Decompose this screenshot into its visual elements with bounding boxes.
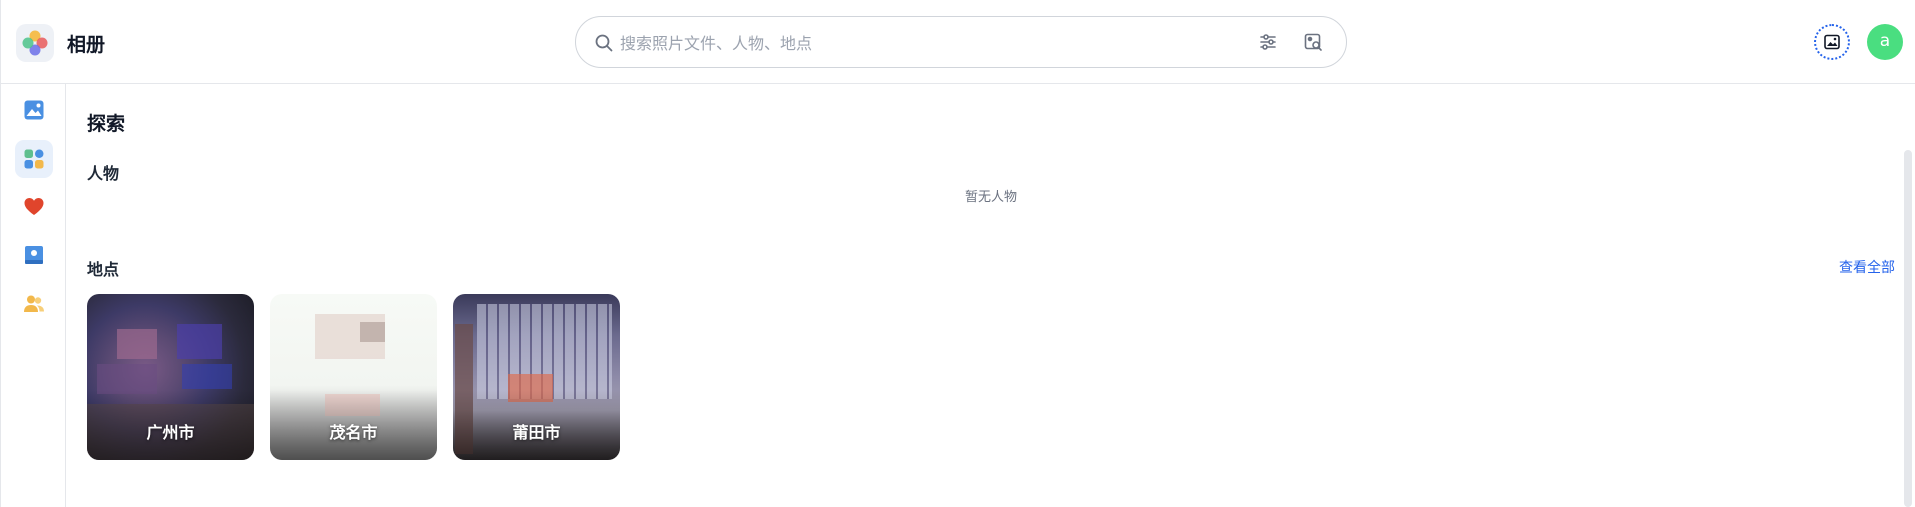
- sidebar-item-explore[interactable]: [15, 140, 53, 178]
- sidebar-item-favorites[interactable]: [15, 188, 53, 226]
- search-icon: [594, 33, 614, 57]
- people-section-title: 人物: [87, 164, 120, 183]
- search-bar[interactable]: [575, 16, 1347, 68]
- explore-icon: [24, 149, 44, 169]
- place-name: 广州市: [146, 423, 195, 442]
- place-name: 茂名市: [329, 423, 378, 442]
- image-upload-icon: [1824, 34, 1840, 50]
- heart-icon: [24, 198, 44, 215]
- place-card[interactable]: 茂名市: [270, 294, 437, 460]
- sidebar: [1, 84, 66, 507]
- place-name: 莆田市: [512, 423, 561, 442]
- vertical-scrollbar[interactable]: [1904, 150, 1912, 507]
- sliders-icon[interactable]: [1258, 32, 1278, 56]
- place-card[interactable]: 莆田市: [453, 294, 620, 460]
- app-title: 相册: [67, 34, 106, 56]
- places-section-title: 地点: [87, 260, 120, 279]
- image-upload-button[interactable]: [1814, 24, 1850, 60]
- people-empty-text: 暂无人物: [964, 190, 1017, 205]
- sidebar-item-albums[interactable]: [15, 236, 53, 274]
- photos-logo-icon: [16, 24, 54, 62]
- album-icon: [25, 246, 43, 264]
- people-icon: [24, 295, 44, 312]
- user-avatar[interactable]: a: [1867, 24, 1903, 60]
- place-card[interactable]: 广州市: [87, 294, 254, 460]
- page-title: 探索: [87, 113, 126, 135]
- sidebar-item-photos[interactable]: [15, 91, 53, 129]
- top-bar: 相册 搜索照片文件、人物、地点 a: [1, 0, 1915, 84]
- explore-page: 探索 人物 暂无人物 地点 查看全部 广州市 茂名市 莆田市: [67, 85, 1897, 507]
- photos-icon: [24, 100, 44, 120]
- app-window: 相册 搜索照片文件、人物、地点 a 探索 人物 暂无人物 地点 查看全部 广州市…: [0, 0, 1915, 507]
- image-search-icon[interactable]: [1303, 32, 1323, 56]
- view-all-places-link[interactable]: 查看全部: [1839, 257, 1895, 277]
- sidebar-item-people[interactable]: [15, 285, 53, 323]
- search-input[interactable]: [620, 29, 1180, 57]
